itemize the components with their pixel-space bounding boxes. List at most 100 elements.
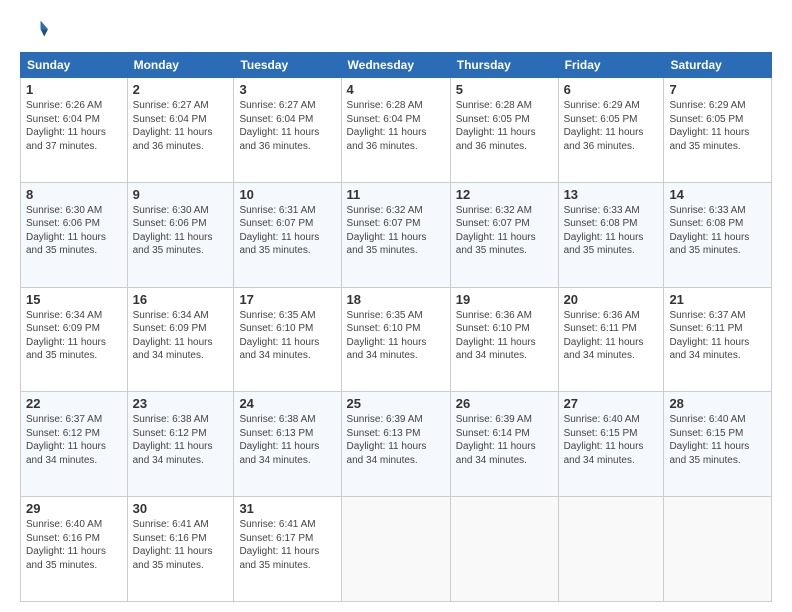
week-row-3: 15 Sunrise: 6:34 AM Sunset: 6:09 PM Dayli… [21,287,772,392]
day-info: Sunrise: 6:37 AM Sunset: 6:12 PM Dayligh… [26,413,122,467]
day-info: Sunrise: 6:27 AM Sunset: 6:04 PM Dayligh… [133,99,229,153]
week-row-5: 29Sunrise: 6:40 AM Sunset: 6:16 PM Dayli… [21,497,772,602]
day-number: 30 [133,501,229,516]
calendar-cell: 30Sunrise: 6:41 AM Sunset: 6:16 PM Dayli… [127,497,234,602]
day-number: 7 [669,82,766,97]
weekday-header-tuesday: Tuesday [234,53,341,78]
day-info: Sunrise: 6:41 AM Sunset: 6:17 PM Dayligh… [239,518,335,572]
day-number: 2 [133,82,229,97]
calendar-cell: 5 Sunrise: 6:28 AM Sunset: 6:05 PM Daylig… [450,78,558,183]
calendar-table: SundayMondayTuesdayWednesdayThursdayFrid… [20,52,772,602]
week-row-2: 8 Sunrise: 6:30 AM Sunset: 6:06 PM Daylig… [21,182,772,287]
calendar-cell: 20 Sunrise: 6:36 AM Sunset: 6:11 PM Dayli… [558,287,664,392]
weekday-header-wednesday: Wednesday [341,53,450,78]
day-number: 3 [239,82,335,97]
day-info: Sunrise: 6:40 AM Sunset: 6:15 PM Dayligh… [669,413,766,467]
calendar-cell: 2 Sunrise: 6:27 AM Sunset: 6:04 PM Daylig… [127,78,234,183]
calendar-cell: 8 Sunrise: 6:30 AM Sunset: 6:06 PM Daylig… [21,182,128,287]
logo-icon [20,16,48,44]
day-info: Sunrise: 6:27 AM Sunset: 6:04 PM Dayligh… [239,99,335,153]
day-number: 22 [26,396,122,411]
day-info: Sunrise: 6:29 AM Sunset: 6:05 PM Dayligh… [669,99,766,153]
calendar-cell: 9Sunrise: 6:30 AM Sunset: 6:06 PM Daylig… [127,182,234,287]
calendar-cell: 14 Sunrise: 6:33 AM Sunset: 6:08 PM Dayli… [664,182,772,287]
day-number: 8 [26,187,122,202]
calendar-cell: 25 Sunrise: 6:39 AM Sunset: 6:13 PM Dayli… [341,392,450,497]
day-info: Sunrise: 6:40 AM Sunset: 6:15 PM Dayligh… [564,413,659,467]
calendar-cell: 24Sunrise: 6:38 AM Sunset: 6:13 PM Dayli… [234,392,341,497]
week-row-1: 1Sunrise: 6:26 AM Sunset: 6:04 PM Daylig… [21,78,772,183]
calendar-cell: 4 Sunrise: 6:28 AM Sunset: 6:04 PM Daylig… [341,78,450,183]
day-number: 25 [347,396,445,411]
day-info: Sunrise: 6:39 AM Sunset: 6:13 PM Dayligh… [347,413,445,467]
day-info: Sunrise: 6:34 AM Sunset: 6:09 PM Dayligh… [26,309,122,363]
calendar-cell: 26 Sunrise: 6:39 AM Sunset: 6:14 PM Dayli… [450,392,558,497]
day-number: 12 [456,187,553,202]
calendar-cell: 22 Sunrise: 6:37 AM Sunset: 6:12 PM Dayli… [21,392,128,497]
calendar-cell: 28 Sunrise: 6:40 AM Sunset: 6:15 PM Dayli… [664,392,772,497]
day-number: 24 [239,396,335,411]
day-number: 11 [347,187,445,202]
day-number: 15 [26,292,122,307]
day-number: 18 [347,292,445,307]
day-number: 13 [564,187,659,202]
calendar-cell: 29Sunrise: 6:40 AM Sunset: 6:16 PM Dayli… [21,497,128,602]
calendar-cell [664,497,772,602]
day-info: Sunrise: 6:36 AM Sunset: 6:11 PM Dayligh… [564,309,659,363]
calendar-cell [341,497,450,602]
weekday-header-row: SundayMondayTuesdayWednesdayThursdayFrid… [21,53,772,78]
day-number: 19 [456,292,553,307]
day-number: 14 [669,187,766,202]
week-row-4: 22 Sunrise: 6:37 AM Sunset: 6:12 PM Dayli… [21,392,772,497]
day-number: 29 [26,501,122,516]
calendar-cell: 31 Sunrise: 6:41 AM Sunset: 6:17 PM Dayli… [234,497,341,602]
day-info: Sunrise: 6:29 AM Sunset: 6:05 PM Dayligh… [564,99,659,153]
day-info: Sunrise: 6:31 AM Sunset: 6:07 PM Dayligh… [239,204,335,258]
day-info: Sunrise: 6:33 AM Sunset: 6:08 PM Dayligh… [669,204,766,258]
day-info: Sunrise: 6:38 AM Sunset: 6:12 PM Dayligh… [133,413,229,467]
day-number: 31 [239,501,335,516]
day-number: 28 [669,396,766,411]
calendar-cell [450,497,558,602]
calendar-cell: 16 Sunrise: 6:34 AM Sunset: 6:09 PM Dayli… [127,287,234,392]
day-info: Sunrise: 6:30 AM Sunset: 6:06 PM Dayligh… [133,204,229,258]
calendar-cell: 18 Sunrise: 6:35 AM Sunset: 6:10 PM Dayli… [341,287,450,392]
day-number: 17 [239,292,335,307]
calendar-cell: 17 Sunrise: 6:35 AM Sunset: 6:10 PM Dayli… [234,287,341,392]
day-info: Sunrise: 6:32 AM Sunset: 6:07 PM Dayligh… [347,204,445,258]
calendar-cell: 15 Sunrise: 6:34 AM Sunset: 6:09 PM Dayli… [21,287,128,392]
day-info: Sunrise: 6:28 AM Sunset: 6:05 PM Dayligh… [456,99,553,153]
weekday-header-thursday: Thursday [450,53,558,78]
day-number: 5 [456,82,553,97]
day-info: Sunrise: 6:28 AM Sunset: 6:04 PM Dayligh… [347,99,445,153]
day-number: 20 [564,292,659,307]
weekday-header-friday: Friday [558,53,664,78]
day-info: Sunrise: 6:33 AM Sunset: 6:08 PM Dayligh… [564,204,659,258]
day-info: Sunrise: 6:30 AM Sunset: 6:06 PM Dayligh… [26,204,122,258]
page: SundayMondayTuesdayWednesdayThursdayFrid… [0,0,792,612]
day-info: Sunrise: 6:26 AM Sunset: 6:04 PM Dayligh… [26,99,122,153]
calendar-cell: 1Sunrise: 6:26 AM Sunset: 6:04 PM Daylig… [21,78,128,183]
calendar-cell: 12 Sunrise: 6:32 AM Sunset: 6:07 PM Dayli… [450,182,558,287]
day-info: Sunrise: 6:34 AM Sunset: 6:09 PM Dayligh… [133,309,229,363]
weekday-header-monday: Monday [127,53,234,78]
header [20,16,772,44]
day-number: 26 [456,396,553,411]
calendar-cell: 13 Sunrise: 6:33 AM Sunset: 6:08 PM Dayli… [558,182,664,287]
day-number: 16 [133,292,229,307]
day-info: Sunrise: 6:39 AM Sunset: 6:14 PM Dayligh… [456,413,553,467]
day-info: Sunrise: 6:36 AM Sunset: 6:10 PM Dayligh… [456,309,553,363]
day-info: Sunrise: 6:35 AM Sunset: 6:10 PM Dayligh… [347,309,445,363]
day-number: 23 [133,396,229,411]
calendar-cell: 3 Sunrise: 6:27 AM Sunset: 6:04 PM Daylig… [234,78,341,183]
weekday-header-sunday: Sunday [21,53,128,78]
calendar-cell: 6Sunrise: 6:29 AM Sunset: 6:05 PM Daylig… [558,78,664,183]
calendar-cell: 21Sunrise: 6:37 AM Sunset: 6:11 PM Dayli… [664,287,772,392]
day-number: 27 [564,396,659,411]
day-info: Sunrise: 6:32 AM Sunset: 6:07 PM Dayligh… [456,204,553,258]
weekday-header-saturday: Saturday [664,53,772,78]
day-number: 4 [347,82,445,97]
day-number: 10 [239,187,335,202]
calendar-cell: 10 Sunrise: 6:31 AM Sunset: 6:07 PM Dayli… [234,182,341,287]
day-info: Sunrise: 6:35 AM Sunset: 6:10 PM Dayligh… [239,309,335,363]
